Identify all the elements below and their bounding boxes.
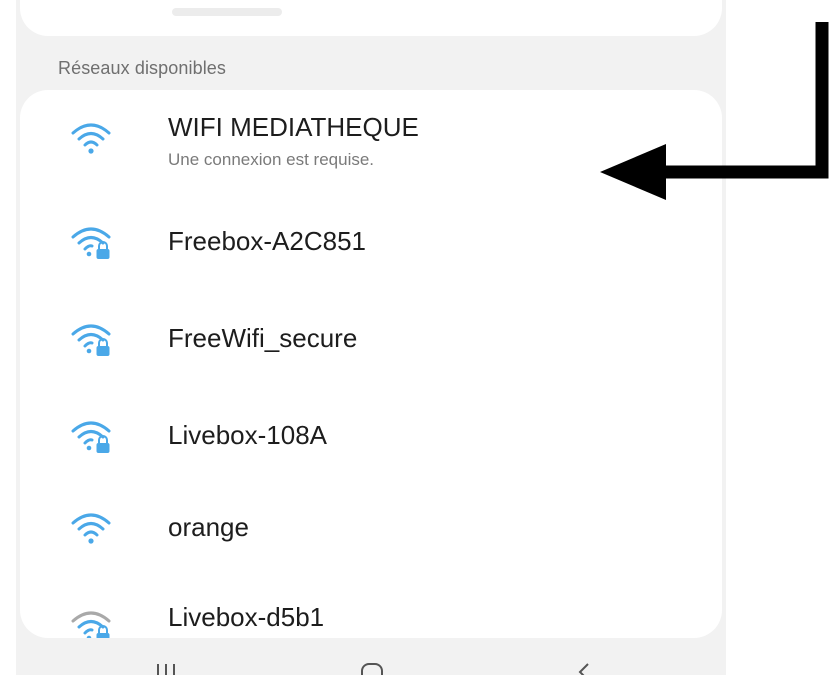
network-row-livebox-d5b1[interactable]: Livebox-d5b1 (20, 578, 722, 638)
network-status: Une connexion est requise. (168, 150, 375, 169)
network-name: FreeWifi_secure (168, 323, 358, 353)
wifi-lock-icon (68, 319, 114, 359)
network-row-livebox-108a[interactable]: Livebox-108A (20, 390, 722, 480)
system-navigation-bar (16, 640, 726, 675)
available-networks-header: Réseaux disponibles (58, 58, 227, 78)
network-name: Freebox-A2C851 (168, 226, 366, 256)
network-row-orange[interactable]: orange (20, 484, 722, 574)
wifi-open-icon (68, 508, 114, 548)
pointer-arrow-icon (594, 22, 834, 212)
network-name: Livebox-d5b1 (168, 602, 325, 632)
wifi-open-icon (68, 118, 114, 158)
wifi-lock-icon (68, 416, 114, 456)
wifi-lock-icon (68, 222, 114, 262)
back-icon[interactable] (564, 658, 604, 675)
screenshot-stage: Réseaux disponibles WIFI MEDIATHEQUE Une… (0, 0, 834, 675)
network-name: orange (168, 512, 249, 542)
cut-off-row-text (172, 8, 282, 16)
network-row-freewifi-secure[interactable]: FreeWifi_secure (20, 293, 722, 383)
wifi-lock-icon (68, 606, 114, 638)
network-name: Livebox-108A (168, 420, 327, 450)
home-icon[interactable] (352, 658, 392, 675)
network-name: WIFI MEDIATHEQUE (168, 112, 419, 142)
recent-apps-icon[interactable] (146, 658, 186, 675)
